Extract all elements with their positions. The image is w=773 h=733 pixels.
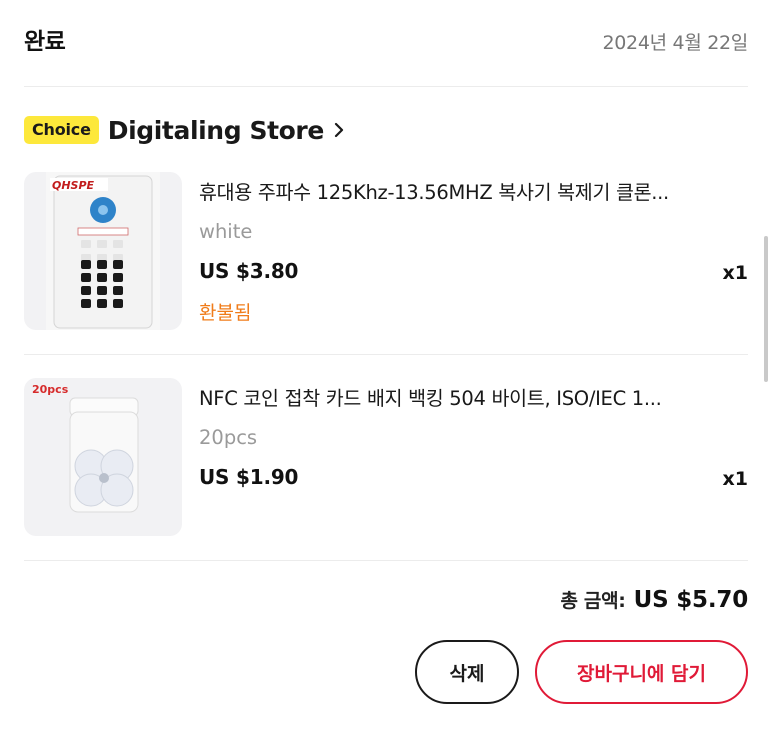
- store-name[interactable]: Digitaling Store: [108, 116, 325, 145]
- order-total: 총 금액: US $5.70: [560, 586, 748, 613]
- refund-status: 환불됨: [199, 302, 252, 324]
- total-value: US $5.70: [633, 587, 749, 613]
- order-item[interactable]: 20pcs NFC 코인 접착 카드 배지 백킹 504 바이트, ISO/IE…: [24, 378, 748, 538]
- order-header: 완료 2024년 4월 22일: [24, 22, 748, 62]
- add-to-cart-button[interactable]: 장바구니에 담기: [535, 640, 748, 704]
- order-status: 완료: [24, 29, 66, 55]
- product-price: US $3.80: [199, 259, 299, 283]
- divider: [24, 560, 748, 561]
- choice-badge: Choice: [24, 116, 99, 144]
- divider: [24, 354, 748, 355]
- delete-button[interactable]: 삭제: [415, 640, 519, 704]
- order-item[interactable]: QHSPE 휴대용 주파수 125Khz-13.56MHZ 복사기 복제기 클론…: [24, 172, 748, 332]
- total-label: 총 금액:: [560, 590, 626, 612]
- product-title[interactable]: 휴대용 주파수 125Khz-13.56MHZ 복사기 복제기 클론...: [199, 176, 748, 205]
- scrollbar[interactable]: [764, 236, 768, 382]
- pack-size-tag: 20pcs: [32, 383, 69, 396]
- chevron-right-icon[interactable]: [332, 120, 346, 140]
- product-variant: 20pcs: [199, 426, 258, 449]
- product-title[interactable]: NFC 코인 접착 카드 배지 백킹 504 바이트, ISO/IEC 1...: [199, 382, 748, 411]
- divider: [24, 86, 748, 87]
- product-variant: white: [199, 220, 253, 243]
- product-thumbnail[interactable]: QHSPE: [24, 172, 182, 330]
- product-price: US $1.90: [199, 465, 299, 489]
- product-thumbnail[interactable]: 20pcs: [24, 378, 182, 536]
- brand-logo-text: QHSPE: [52, 179, 95, 192]
- product-quantity: x1: [722, 468, 748, 490]
- store-link[interactable]: Choice Digitaling Store: [24, 112, 346, 148]
- order-date: 2024년 4월 22일: [602, 32, 748, 54]
- product-quantity: x1: [722, 262, 748, 284]
